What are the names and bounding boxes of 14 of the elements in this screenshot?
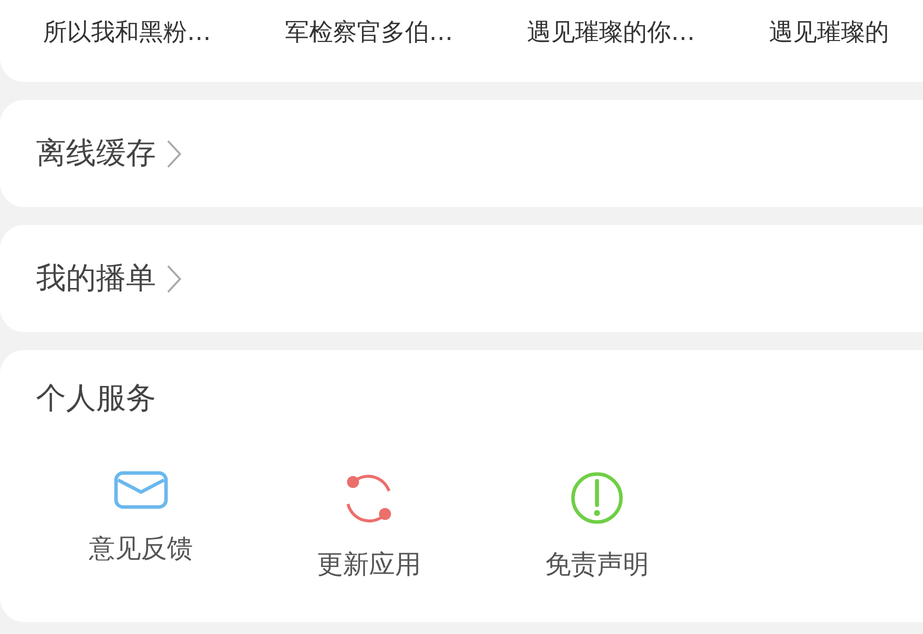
video-title[interactable]: 军检察官多伯… — [285, 16, 527, 48]
mail-icon — [114, 471, 168, 509]
service-label[interactable]: 免责声明 — [545, 547, 649, 582]
menu-link[interactable]: 离线缓存 — [36, 133, 156, 174]
exclamation-icon — [570, 471, 624, 525]
chevron-right-icon — [166, 264, 182, 294]
section-title: 个人服务 — [36, 380, 157, 418]
video-title[interactable]: 遇见璀璨的 — [769, 16, 923, 48]
service-label[interactable]: 更新应用 — [317, 547, 421, 582]
video-title[interactable]: 所以我和黑粉… — [43, 16, 285, 48]
service-label[interactable]: 意见反馈 — [89, 531, 193, 566]
video-title[interactable]: 遇见璀璨的你… — [527, 16, 769, 48]
menu-link[interactable]: 我的播单 — [36, 258, 156, 299]
chevron-right-icon — [166, 138, 182, 168]
